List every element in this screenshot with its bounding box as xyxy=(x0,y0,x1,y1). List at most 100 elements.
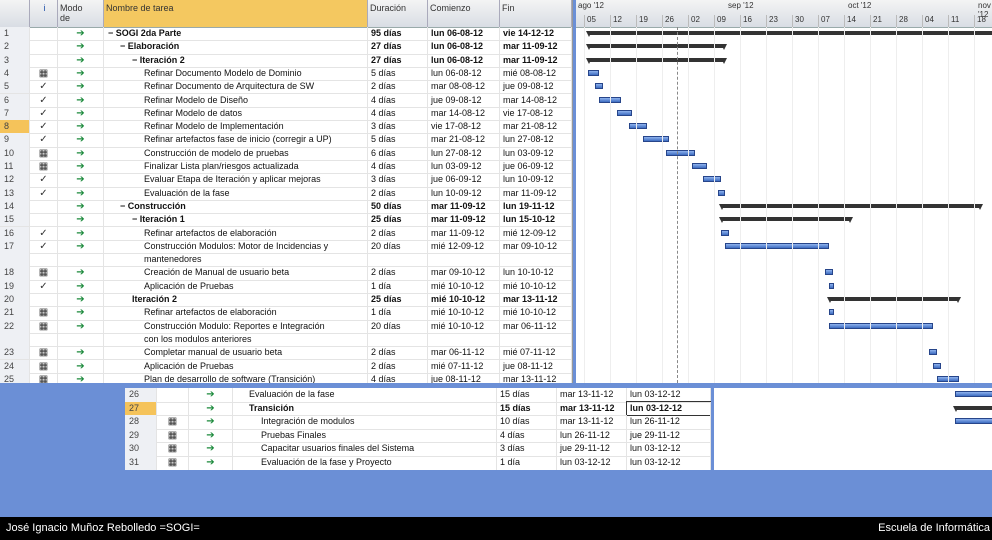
task-bar[interactable] xyxy=(933,362,941,369)
row-id[interactable]: 25 xyxy=(0,372,30,383)
task-name[interactable]: Evaluar Etapa de Iteración y aplicar mej… xyxy=(104,173,368,187)
task-end[interactable]: mié 10-10-12 xyxy=(500,279,572,293)
task-end[interactable]: mar 13-11-12 xyxy=(500,293,572,307)
row-id[interactable]: 12 xyxy=(0,173,30,187)
row-id[interactable]: 4 xyxy=(0,66,30,81)
task-name[interactable]: Construcción de modelo de pruebas xyxy=(104,146,368,160)
task-duration[interactable]: 1 día xyxy=(368,306,428,320)
task-bar[interactable] xyxy=(829,282,835,289)
gantt-chart-bottom[interactable] xyxy=(714,388,992,470)
task-name[interactable]: mantenedores xyxy=(104,253,368,267)
task-duration[interactable]: 2 días xyxy=(368,359,428,373)
info-icon[interactable]: i xyxy=(30,0,58,27)
summary-bar[interactable] xyxy=(585,57,728,64)
task-start[interactable]: mié 10-10-12 xyxy=(428,279,500,293)
task-end[interactable]: lun 03-09-12 xyxy=(500,146,572,160)
task-row[interactable]: 9 ✓ ➔ Refinar artefactos fase de inicio (co… xyxy=(0,133,572,148)
task-duration[interactable]: 1 día xyxy=(497,456,557,470)
task-row[interactable]: 5 ✓ ➔ Refinar Documento de Arquitectura de … xyxy=(0,80,572,95)
task-name[interactable]: Construcción Modulos: Motor de Incidenci… xyxy=(104,239,368,254)
task-bar[interactable] xyxy=(929,349,937,356)
task-row[interactable]: con los modulos anteriores xyxy=(0,332,572,348)
row-id[interactable] xyxy=(0,253,30,267)
task-name[interactable]: Iteración 2 xyxy=(104,293,368,307)
task-start[interactable]: mar 09-10-12 xyxy=(428,266,500,280)
task-row[interactable]: 10 ▦ ➔ Construcción de modelo de pruebas 6 d… xyxy=(0,146,572,161)
task-row[interactable]: 15 ➔ − Iteración 1 25 días mar 11-09-12 lun 1… xyxy=(0,213,572,228)
task-start[interactable]: mié 10-10-12 xyxy=(428,319,500,333)
task-duration[interactable]: 10 días xyxy=(497,415,557,429)
task-bar[interactable] xyxy=(702,176,722,183)
task-bar[interactable] xyxy=(955,391,992,397)
task-name[interactable]: Evaluación de la fase xyxy=(233,388,497,402)
row-id[interactable]: 3 xyxy=(0,53,30,67)
task-row[interactable]: 13 ✓ ➔ Evaluación de la fase 2 días lun 10-09… xyxy=(0,186,572,201)
task-start[interactable]: mié 10-10-12 xyxy=(428,293,500,307)
task-name[interactable]: Refinar Documento de Arquitectura de SW xyxy=(104,80,368,94)
task-row[interactable]: 6 ✓ ➔ Refinar Modelo de Diseño 4 días jue 09-… xyxy=(0,93,572,108)
task-duration[interactable]: 15 días xyxy=(497,388,557,402)
summary-bar[interactable] xyxy=(719,203,984,210)
task-row[interactable]: 3 ➔ − Iteración 2 27 días lun 06-08-12 mar 11… xyxy=(0,53,572,68)
task-end[interactable]: mié 12-09-12 xyxy=(500,226,572,240)
task-start[interactable]: lun 03-12-12 xyxy=(557,456,627,470)
task-duration[interactable]: 1 día xyxy=(368,279,428,293)
task-bar[interactable] xyxy=(587,69,599,76)
task-end[interactable]: jue 29-11-12 xyxy=(627,428,711,443)
task-name[interactable]: Refinar Modelo de Implementación xyxy=(104,120,368,134)
task-duration[interactable]: 6 días xyxy=(368,146,428,160)
task-row[interactable]: 20 ➔ Iteración 2 25 días mié 10-10-12 mar 13-… xyxy=(0,293,572,308)
task-name[interactable]: Finalizar Lista plan/riesgos actualizada xyxy=(104,160,368,174)
row-id[interactable]: 28 xyxy=(125,415,157,429)
task-start[interactable]: jue 29-11-12 xyxy=(557,442,627,456)
task-row[interactable]: 22 ▦ ➔ Construcción Modulo: Reportes e Inte… xyxy=(0,319,572,334)
task-end[interactable]: mar 11-09-12 xyxy=(500,53,572,67)
summary-bar[interactable] xyxy=(585,31,992,37)
task-bar[interactable] xyxy=(721,229,729,236)
task-start[interactable]: lun 06-08-12 xyxy=(428,53,500,67)
header-id[interactable] xyxy=(0,0,30,27)
task-start[interactable]: mar 21-08-12 xyxy=(428,133,500,147)
task-row[interactable]: 1 ➔ − SOGI 2da Parte 95 días lun 06-08-12 vie… xyxy=(0,27,572,42)
task-duration[interactable]: 3 días xyxy=(368,120,428,134)
task-row[interactable]: 11 ▦ ➔ Finalizar Lista plan/riesgos actuali… xyxy=(0,160,572,175)
task-start[interactable]: mar 11-09-12 xyxy=(428,199,500,214)
task-name[interactable]: − Construcción xyxy=(104,199,368,214)
task-start[interactable]: mar 08-08-12 xyxy=(428,80,500,94)
task-start[interactable]: jue 06-09-12 xyxy=(428,173,500,187)
gantt-chart-top[interactable]: ago '12 sep '12 oct '12 nov '12 05 12 19 26 02 09… xyxy=(576,0,992,383)
task-start[interactable]: lun 06-08-12 xyxy=(428,40,500,54)
task-name[interactable]: Construcción Modulo: Reportes e Integrac… xyxy=(104,319,368,333)
task-duration[interactable] xyxy=(368,332,428,347)
task-name[interactable]: Pruebas Finales xyxy=(233,428,497,443)
task-start[interactable]: mié 10-10-12 xyxy=(428,306,500,320)
task-name[interactable]: Plan de desarrollo de software (Transici… xyxy=(104,372,368,383)
task-bar[interactable] xyxy=(825,269,833,276)
task-start[interactable]: mar 11-09-12 xyxy=(428,226,500,240)
task-duration[interactable]: 25 días xyxy=(368,213,428,227)
task-name[interactable]: Capacitar usuarios finales del Sistema xyxy=(233,442,497,456)
task-duration[interactable]: 20 días xyxy=(368,239,428,254)
header-task-name[interactable]: Nombre de tarea xyxy=(104,0,368,27)
task-name[interactable]: − SOGI 2da Parte xyxy=(104,27,368,41)
task-start[interactable]: mar 06-11-12 xyxy=(428,346,500,360)
row-id[interactable]: 16 xyxy=(0,226,30,240)
task-duration[interactable]: 25 días xyxy=(368,293,428,307)
task-end[interactable] xyxy=(500,332,572,347)
task-row[interactable]: 4 ▦ ➔ Refinar Documento Modelo de Dominio 5 … xyxy=(0,66,572,82)
task-row[interactable]: 25 ▦ ➔ Plan de desarrollo de software (Tran… xyxy=(0,372,572,383)
task-row[interactable]: 8 ✓ ➔ Refinar Modelo de Implementación 3 día… xyxy=(0,120,572,135)
task-row[interactable]: 12 ✓ ➔ Evaluar Etapa de Iteración y aplicar… xyxy=(0,173,572,188)
row-id[interactable]: 24 xyxy=(0,359,30,373)
row-id[interactable]: 22 xyxy=(0,319,30,333)
task-duration[interactable]: 15 días xyxy=(497,401,557,416)
task-start[interactable] xyxy=(428,332,500,347)
task-duration[interactable]: 95 días xyxy=(368,27,428,41)
task-end[interactable]: lun 10-10-12 xyxy=(500,266,572,280)
row-id[interactable]: 27 xyxy=(125,401,157,416)
task-start[interactable]: lun 10-09-12 xyxy=(428,186,500,200)
task-duration[interactable]: 20 días xyxy=(368,319,428,333)
task-start[interactable]: jue 08-11-12 xyxy=(428,372,500,383)
task-row[interactable]: 28 ▦ ➔ Integración de modulos 10 días mar 13-… xyxy=(125,415,711,430)
task-end[interactable]: mar 14-08-12 xyxy=(500,93,572,107)
